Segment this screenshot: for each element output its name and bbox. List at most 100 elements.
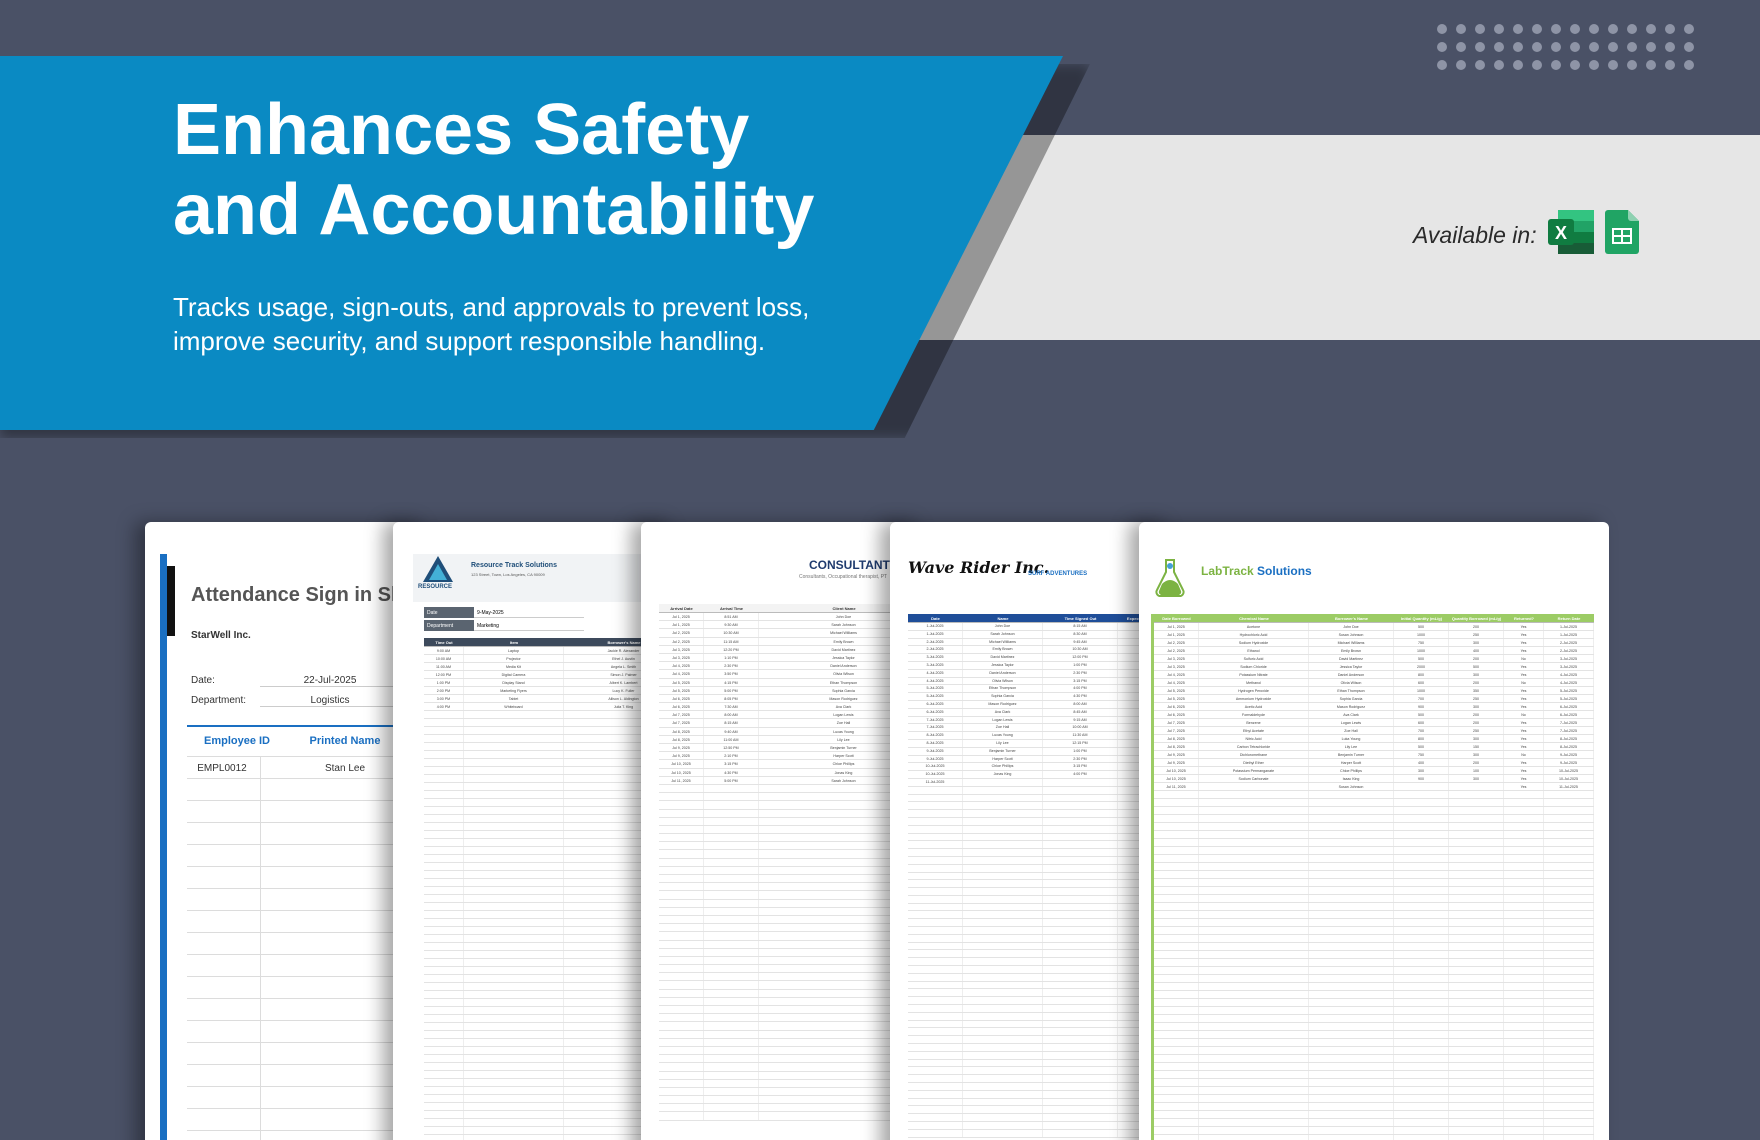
table-cell <box>1504 1127 1544 1134</box>
table-cell: 7-Jul-2025 <box>1544 719 1594 726</box>
table-cell: 4:00 PM <box>1043 771 1118 778</box>
table-cell: Yes <box>1504 623 1544 630</box>
table-row <box>908 903 1175 912</box>
table-cell <box>1043 1051 1118 1059</box>
table-row <box>1154 863 1594 871</box>
table-row <box>424 1095 678 1103</box>
table-row <box>424 911 678 919</box>
table-cell <box>1154 1031 1199 1038</box>
table-row <box>1154 831 1594 839</box>
table-cell <box>1544 1007 1594 1014</box>
table-cell <box>1449 1055 1504 1062</box>
table-cell <box>704 948 759 956</box>
table-row <box>1154 1039 1594 1047</box>
table-row <box>908 1106 1175 1115</box>
table-row <box>1154 935 1594 943</box>
table-cell: 250 <box>1449 631 1504 638</box>
table-cell: 100 <box>1449 767 1504 774</box>
table-row <box>908 973 1175 982</box>
department-label: Department: <box>191 695 247 706</box>
table-cell <box>424 831 464 838</box>
table-cell: Olivia Wilson <box>963 677 1043 685</box>
table-cell: 9-Jul-2025 <box>1544 751 1594 758</box>
header-cell: Quantity Borrowed (mL/g) <box>1451 616 1502 621</box>
table-cell: 5-Jul-2025 <box>1544 695 1594 702</box>
table-row <box>424 807 678 815</box>
table-cell <box>1309 919 1394 926</box>
table-cell: 1:00 PM <box>1043 661 1118 669</box>
table-cell: Jul 4, 2025 <box>659 670 704 678</box>
doc2-date-label: Date <box>424 607 474 618</box>
table-row: Jul 10, 2025 Sodium Carbonate Isaac King 90… <box>1154 775 1594 783</box>
table-cell <box>1199 1023 1309 1030</box>
table-cell: Jul 6, 2025 <box>659 703 704 711</box>
decorative-dot <box>1513 42 1523 52</box>
table-cell <box>1544 887 1594 894</box>
table-cell <box>1544 919 1594 926</box>
table-cell <box>908 919 963 927</box>
decorative-dot <box>1665 60 1675 70</box>
table-row: Jul 1, 2025 9:30 AM Sarah Johnson <box>659 621 926 630</box>
table-cell <box>1394 895 1449 902</box>
table-cell: Jul 7, 2025 <box>659 711 704 719</box>
table-cell <box>659 809 704 817</box>
table-cell: Jul 8, 2025 <box>659 735 704 743</box>
table-cell <box>1544 1103 1594 1110</box>
table-row <box>424 895 678 903</box>
table-cell <box>1154 1047 1199 1054</box>
table-row: Jul 1, 2025 Acetone John Doe 500 200 Yes 1-Jul… <box>1154 623 1594 631</box>
table-row <box>908 1005 1175 1013</box>
table-cell <box>1043 1090 1118 1098</box>
table-cell: Harper Scott <box>963 755 1043 763</box>
table-cell: Zoe Hall <box>963 724 1043 732</box>
table-cell <box>704 1104 759 1112</box>
table-cell: Ethanol <box>1199 647 1309 654</box>
wave-rider-preview: Wave Rider Inc. SURF ADVENTURES Date Name… <box>890 522 1175 1140</box>
table-cell <box>1309 1015 1394 1022</box>
table-row <box>1154 919 1594 927</box>
table-cell <box>1043 903 1118 911</box>
table-cell <box>1154 823 1199 830</box>
table-cell <box>1504 1111 1544 1118</box>
table-cell: 1:00 PM <box>1043 747 1118 755</box>
table-cell <box>1154 919 1199 926</box>
table-cell <box>1449 1015 1504 1022</box>
table-row: 4-Jul-2025Olivia Wilson3:15 PM7:15 PM <box>908 677 1175 686</box>
table-cell <box>1449 823 1504 830</box>
table-cell <box>1309 823 1394 830</box>
table-row <box>424 799 678 807</box>
table-cell <box>1309 887 1394 894</box>
table-cell <box>1199 975 1309 982</box>
table-cell <box>1544 1095 1594 1102</box>
table-row <box>424 943 678 951</box>
table-row: Jul 9, 2025 12:50 PM Benjamin Turner <box>659 744 926 753</box>
table-cell <box>1449 1039 1504 1046</box>
table-cell <box>1504 1119 1544 1126</box>
decorative-dot <box>1437 24 1447 34</box>
table-cell <box>908 1012 963 1020</box>
svg-text:X: X <box>1555 223 1567 243</box>
table-row <box>659 1079 926 1088</box>
table-cell <box>1199 895 1309 902</box>
header-cell: Returned? <box>1514 616 1534 621</box>
table-cell <box>464 735 564 742</box>
table-cell <box>963 966 1043 973</box>
table-cell: Chloe Phillips <box>1309 767 1394 774</box>
table-row: Jul 5, 2025 4:15 PM Ethan Thompson <box>659 678 926 687</box>
table-cell: 7-Jul-2025 <box>1544 727 1594 734</box>
table-row <box>659 842 926 851</box>
table-cell <box>963 794 1043 802</box>
table-cell <box>1394 1031 1449 1038</box>
decorative-dot <box>1684 24 1694 34</box>
table-cell <box>1504 1055 1544 1062</box>
table-cell: 4-Jul-2025 <box>908 669 963 677</box>
table-row <box>659 850 926 859</box>
table-row: 2-Jul-2025Michael Williams9:45 AM5:45 PM <box>908 638 1175 647</box>
table-cell: 11:15 AM <box>704 637 759 645</box>
table-row <box>424 919 678 927</box>
table-cell <box>1504 799 1544 806</box>
table-row <box>1154 1031 1594 1039</box>
doc2-address: 123 Street, Town, Los Angeles, CA 90009 <box>471 572 545 577</box>
decorative-dot <box>1627 24 1637 34</box>
table-cell: Jul 10, 2025 <box>1154 767 1199 774</box>
